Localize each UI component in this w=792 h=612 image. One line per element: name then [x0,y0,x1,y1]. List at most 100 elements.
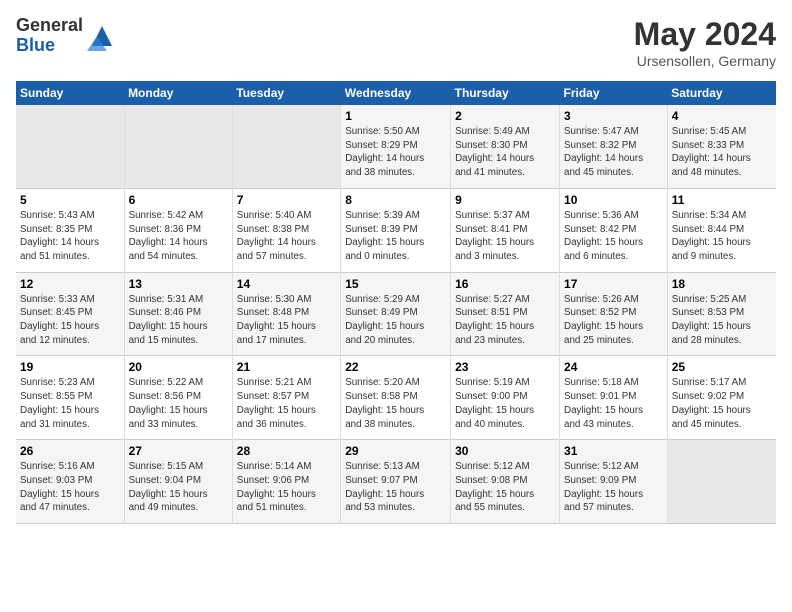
day-info: Sunrise: 5:39 AM Sunset: 8:39 PM Dayligh… [345,209,446,264]
calendar-cell: 15 Sunrise: 5:29 AM Sunset: 8:49 PM Dayli… [341,272,451,356]
logo-blue-text: Blue [16,36,83,56]
weekday-header-sunday: Sunday [16,81,124,105]
calendar-cell: 22 Sunrise: 5:20 AM Sunset: 8:58 PM Dayli… [341,356,451,440]
day-number: 5 [20,193,120,207]
week-row-5: 26 Sunrise: 5:16 AM Sunset: 9:03 PM Dayli… [16,440,776,524]
day-number: 20 [129,360,228,374]
calendar-cell: 1Sunrise: 5:50 AM Sunset: 8:29 PM Daylig… [341,105,451,188]
day-info: Sunrise: 5:15 AM Sunset: 9:04 PM Dayligh… [129,460,228,515]
week-row-4: 19 Sunrise: 5:23 AM Sunset: 8:55 PM Dayli… [16,356,776,440]
logo-general-text: General [16,16,83,36]
logo-icon [87,21,117,51]
day-number: 9 [455,193,555,207]
calendar-cell: 26 Sunrise: 5:16 AM Sunset: 9:03 PM Dayli… [16,440,124,524]
day-info: Sunrise: 5:16 AM Sunset: 9:03 PM Dayligh… [20,460,120,515]
day-info: Sunrise: 5:23 AM Sunset: 8:55 PM Dayligh… [20,376,120,431]
day-info: Sunrise: 5:33 AM Sunset: 8:45 PM Dayligh… [20,293,120,348]
calendar-cell: 9 Sunrise: 5:37 AM Sunset: 8:41 PM Daylig… [451,188,560,272]
calendar-cell: 16Sunrise: 5:27 AM Sunset: 8:51 PM Dayli… [451,272,560,356]
day-number: 17 [564,277,663,291]
calendar-cell: 28 Sunrise: 5:14 AM Sunset: 9:06 PM Dayli… [232,440,340,524]
day-number: 22 [345,360,446,374]
day-info: Sunrise: 5:36 AM Sunset: 8:42 PM Dayligh… [564,209,663,264]
day-number: 2 [455,109,555,123]
day-info: Sunrise: 5:47 AM Sunset: 8:32 PM Dayligh… [564,125,663,180]
day-info: Sunrise: 5:19 AM Sunset: 9:00 PM Dayligh… [455,376,555,431]
weekday-header-tuesday: Tuesday [232,81,340,105]
weekday-header-thursday: Thursday [451,81,560,105]
calendar-cell: 23 Sunrise: 5:19 AM Sunset: 9:00 PM Dayli… [451,356,560,440]
day-info: Sunrise: 5:40 AM Sunset: 8:38 PM Dayligh… [237,209,336,264]
day-number: 30 [455,444,555,458]
calendar-cell: 31 Sunrise: 5:12 AM Sunset: 9:09 PM Dayli… [560,440,668,524]
day-info: Sunrise: 5:29 AM Sunset: 8:49 PM Dayligh… [345,293,446,348]
day-info: Sunrise: 5:49 AM Sunset: 8:30 PM Dayligh… [455,125,555,180]
calendar-cell: 12 Sunrise: 5:33 AM Sunset: 8:45 PM Dayli… [16,272,124,356]
calendar-cell: 10 Sunrise: 5:36 AM Sunset: 8:42 PM Dayli… [560,188,668,272]
day-number: 24 [564,360,663,374]
calendar-cell: 7 Sunrise: 5:40 AM Sunset: 8:38 PM Daylig… [232,188,340,272]
day-number: 16 [455,277,555,291]
day-info: Sunrise: 5:14 AM Sunset: 9:06 PM Dayligh… [237,460,336,515]
day-info: Sunrise: 5:21 AM Sunset: 8:57 PM Dayligh… [237,376,336,431]
day-info: Sunrise: 5:50 AM Sunset: 8:29 PM Dayligh… [345,125,446,180]
logo: General Blue [16,16,117,56]
day-number: 27 [129,444,228,458]
weekday-header-monday: Monday [124,81,232,105]
calendar-cell: 24Sunrise: 5:18 AM Sunset: 9:01 PM Dayli… [560,356,668,440]
day-info: Sunrise: 5:12 AM Sunset: 9:08 PM Dayligh… [455,460,555,515]
day-number: 18 [672,277,772,291]
day-info: Sunrise: 5:42 AM Sunset: 8:36 PM Dayligh… [129,209,228,264]
day-number: 23 [455,360,555,374]
day-number: 3 [564,109,663,123]
day-number: 19 [20,360,120,374]
calendar-cell: 2 Sunrise: 5:49 AM Sunset: 8:30 PM Daylig… [451,105,560,188]
day-number: 4 [672,109,772,123]
calendar-cell [667,440,776,524]
week-row-2: 5 Sunrise: 5:43 AM Sunset: 8:35 PM Daylig… [16,188,776,272]
day-number: 11 [672,193,772,207]
day-number: 12 [20,277,120,291]
day-number: 25 [672,360,772,374]
location-subtitle: Ursensollen, Germany [634,53,776,69]
week-row-1: 1Sunrise: 5:50 AM Sunset: 8:29 PM Daylig… [16,105,776,188]
day-info: Sunrise: 5:13 AM Sunset: 9:07 PM Dayligh… [345,460,446,515]
day-number: 15 [345,277,446,291]
day-info: Sunrise: 5:12 AM Sunset: 9:09 PM Dayligh… [564,460,663,515]
calendar-cell [232,105,340,188]
day-info: Sunrise: 5:43 AM Sunset: 8:35 PM Dayligh… [20,209,120,264]
weekday-header-saturday: Saturday [667,81,776,105]
day-number: 28 [237,444,336,458]
weekday-header-row: SundayMondayTuesdayWednesdayThursdayFrid… [16,81,776,105]
day-info: Sunrise: 5:30 AM Sunset: 8:48 PM Dayligh… [237,293,336,348]
calendar-cell: 18 Sunrise: 5:25 AM Sunset: 8:53 PM Dayli… [667,272,776,356]
day-number: 6 [129,193,228,207]
day-info: Sunrise: 5:31 AM Sunset: 8:46 PM Dayligh… [129,293,228,348]
calendar-cell: 6 Sunrise: 5:42 AM Sunset: 8:36 PM Daylig… [124,188,232,272]
day-number: 26 [20,444,120,458]
calendar-cell: 27 Sunrise: 5:15 AM Sunset: 9:04 PM Dayli… [124,440,232,524]
day-info: Sunrise: 5:25 AM Sunset: 8:53 PM Dayligh… [672,293,772,348]
month-year-title: May 2024 [634,16,776,53]
calendar-cell: 29 Sunrise: 5:13 AM Sunset: 9:07 PM Dayli… [341,440,451,524]
day-number: 10 [564,193,663,207]
day-info: Sunrise: 5:26 AM Sunset: 8:52 PM Dayligh… [564,293,663,348]
day-info: Sunrise: 5:17 AM Sunset: 9:02 PM Dayligh… [672,376,772,431]
weekday-header-friday: Friday [560,81,668,105]
page-header: General Blue May 2024 Ursensollen, Germa… [16,16,776,69]
calendar-cell: 21Sunrise: 5:21 AM Sunset: 8:57 PM Dayli… [232,356,340,440]
day-number: 31 [564,444,663,458]
day-number: 29 [345,444,446,458]
day-info: Sunrise: 5:20 AM Sunset: 8:58 PM Dayligh… [345,376,446,431]
calendar-cell: 17 Sunrise: 5:26 AM Sunset: 8:52 PM Dayli… [560,272,668,356]
week-row-3: 12 Sunrise: 5:33 AM Sunset: 8:45 PM Dayli… [16,272,776,356]
day-info: Sunrise: 5:22 AM Sunset: 8:56 PM Dayligh… [129,376,228,431]
calendar-cell: 3 Sunrise: 5:47 AM Sunset: 8:32 PM Daylig… [560,105,668,188]
calendar-cell: 13Sunrise: 5:31 AM Sunset: 8:46 PM Dayli… [124,272,232,356]
calendar-cell: 5 Sunrise: 5:43 AM Sunset: 8:35 PM Daylig… [16,188,124,272]
weekday-header-wednesday: Wednesday [341,81,451,105]
day-info: Sunrise: 5:37 AM Sunset: 8:41 PM Dayligh… [455,209,555,264]
calendar-cell: 19 Sunrise: 5:23 AM Sunset: 8:55 PM Dayli… [16,356,124,440]
day-info: Sunrise: 5:34 AM Sunset: 8:44 PM Dayligh… [672,209,772,264]
day-number: 7 [237,193,336,207]
